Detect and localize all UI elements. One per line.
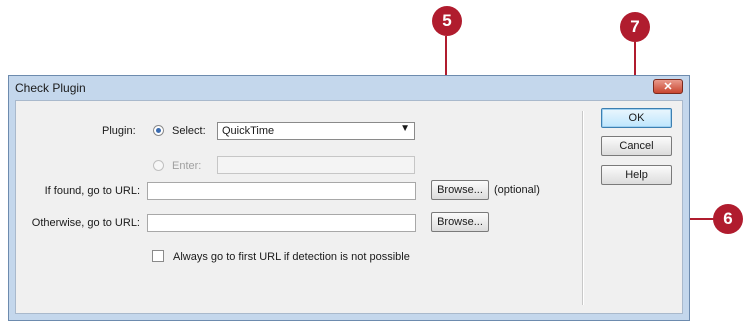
browse-if-found-label: Browse...: [437, 184, 483, 196]
enter-radio[interactable]: [153, 160, 164, 171]
callout-6: 6: [713, 204, 743, 234]
optional-label: (optional): [494, 184, 540, 196]
title-bar: Check Plugin ✕: [9, 76, 689, 100]
select-radio[interactable]: [153, 125, 164, 136]
close-icon: ✕: [663, 81, 673, 93]
ok-button[interactable]: OK: [601, 108, 672, 128]
otherwise-url-input[interactable]: [147, 214, 416, 232]
dialog-title: Check Plugin: [15, 81, 86, 95]
cancel-label: Cancel: [619, 140, 654, 152]
always-go-checkbox[interactable]: [152, 250, 164, 262]
help-button[interactable]: Help: [601, 165, 672, 185]
plugin-select[interactable]: QuickTime ▼: [217, 122, 415, 140]
check-plugin-dialog: Check Plugin ✕ Plugin: Select: QuickTime…: [8, 75, 690, 321]
ok-label: OK: [628, 112, 645, 124]
always-go-label: Always go to first URL if detection is n…: [173, 251, 410, 263]
enter-radio-label: Enter:: [172, 160, 202, 172]
callout-7: 7: [620, 12, 650, 42]
otherwise-label: Otherwise, go to URL:: [31, 217, 140, 229]
if-found-label: If found, go to URL:: [44, 185, 140, 197]
callout-5: 5: [432, 6, 462, 36]
if-found-url-input[interactable]: [147, 182, 416, 200]
vertical-divider: [582, 111, 584, 305]
plugin-select-value: QuickTime: [222, 125, 275, 137]
browse-if-found-button[interactable]: Browse...: [431, 180, 489, 200]
cancel-button[interactable]: Cancel: [601, 136, 672, 156]
dropdown-arrow-icon: ▼: [400, 123, 410, 134]
plugin-label: Plugin:: [102, 125, 136, 137]
help-label: Help: [625, 169, 648, 181]
dialog-body: Plugin: Select: QuickTime ▼ Enter: If fo…: [15, 100, 683, 314]
enter-plugin-input[interactable]: [217, 156, 415, 174]
select-radio-label: Select:: [172, 125, 206, 137]
browse-otherwise-button[interactable]: Browse...: [431, 212, 489, 232]
close-button[interactable]: ✕: [653, 79, 683, 94]
browse-otherwise-label: Browse...: [437, 216, 483, 228]
